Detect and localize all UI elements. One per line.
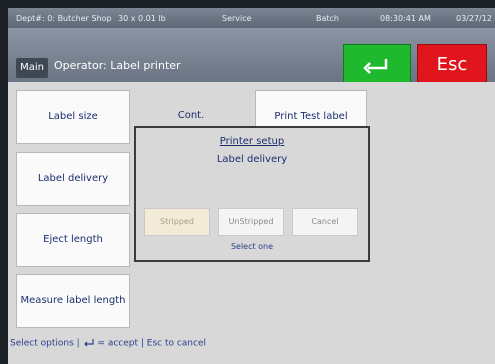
- mode-status: Service: [222, 14, 252, 23]
- measure-label-length-button[interactable]: Measure label length: [16, 274, 130, 328]
- cancel-button[interactable]: Cancel: [292, 208, 358, 236]
- status-bar: Dept#: 0: Butcher Shop 30 x 0.01 lb Serv…: [8, 8, 495, 28]
- label-size-button[interactable]: Label size: [16, 90, 130, 144]
- enter-icon: [83, 339, 94, 347]
- stripped-button[interactable]: Stripped: [144, 208, 210, 236]
- dialog-title: Printer setup: [219, 136, 285, 147]
- unstripped-button[interactable]: UnStripped: [218, 208, 284, 236]
- title-bar: Main Operator: Label printer Esc: [8, 28, 495, 86]
- printer-setup-dialog: Printer setup Label delivery Stripped Un…: [134, 126, 370, 262]
- main-button[interactable]: Main: [16, 58, 48, 78]
- dialog-subtitle: Label delivery: [216, 154, 288, 165]
- enter-icon: [363, 59, 388, 74]
- accept-button[interactable]: [343, 44, 411, 86]
- footer-text-before: Select options |: [10, 338, 80, 349]
- clock-time: 08:30:41 AM: [380, 14, 431, 23]
- batch-status: Batch: [316, 14, 339, 23]
- dialog-hint: Select one: [230, 242, 274, 251]
- scale-capacity: 30 x 0.01 lb: [118, 14, 166, 23]
- label-delivery-button[interactable]: Label delivery: [16, 152, 130, 206]
- department-status: Dept#: 0: Butcher Shop: [16, 14, 112, 23]
- footer-text-after: = accept | Esc to cancel: [97, 338, 207, 349]
- scale-screen: Dept#: 0: Butcher Shop 30 x 0.01 lb Serv…: [8, 8, 495, 364]
- clock-date: 03/27/12: [456, 14, 492, 23]
- page-title: Operator: Label printer: [54, 59, 181, 72]
- esc-button[interactable]: Esc: [417, 44, 487, 86]
- footer-instructions: Select options | = accept | Esc to cance…: [10, 338, 206, 349]
- eject-length-button[interactable]: Eject length: [16, 213, 130, 267]
